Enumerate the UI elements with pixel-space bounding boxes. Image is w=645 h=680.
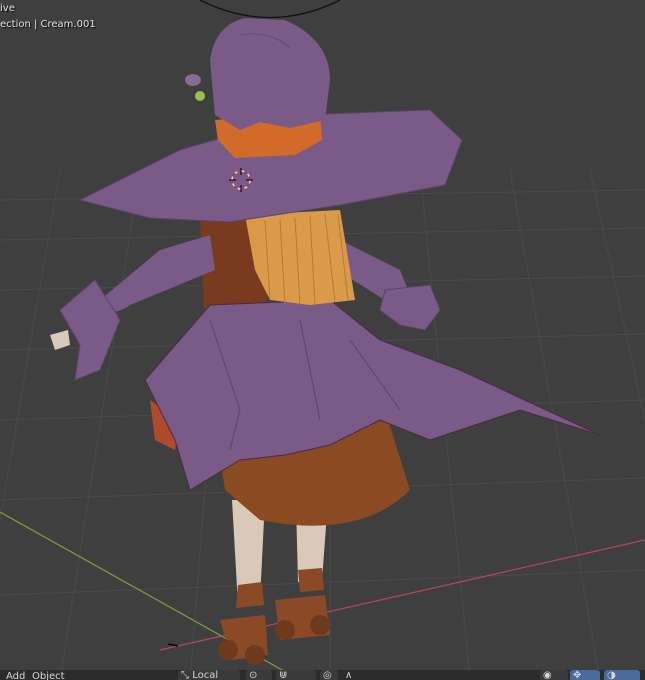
transform-orientation-label: Local	[192, 670, 219, 680]
axis-icon: ⤡	[181, 670, 189, 680]
gizmo-icon: ✥	[573, 670, 582, 680]
viewport-mode-label: ive	[0, 3, 15, 14]
proportional-edit-icon: ◎	[323, 670, 332, 680]
viewport-scene	[0, 0, 645, 680]
falloff-dropdown[interactable]: ∧	[342, 670, 360, 680]
snap-toggle[interactable]: ⋓	[276, 670, 316, 680]
pivot-point-dropdown[interactable]: ⊙	[246, 670, 272, 680]
visibility-dropdown[interactable]: ◉	[540, 670, 568, 680]
eye-icon: ◉	[543, 670, 552, 680]
gizmo-toggle[interactable]: ✥	[570, 670, 600, 680]
overlay-icon: ◑	[607, 670, 616, 680]
magnet-icon: ⋓	[279, 670, 288, 680]
add-menu[interactable]: Add	[6, 671, 25, 680]
origin-marker-icon	[167, 643, 179, 647]
object-menu[interactable]: Object	[32, 671, 65, 680]
proportional-edit-toggle[interactable]: ◎	[320, 670, 338, 680]
viewport-collection-label: ection | Cream.001	[0, 19, 96, 30]
overlay-toggle[interactable]: ◑	[604, 670, 640, 680]
camera-circle	[199, 0, 341, 19]
3d-viewport[interactable]: ive ection | Cream.001	[0, 0, 645, 680]
witch-character-model[interactable]	[50, 18, 601, 665]
falloff-curve-icon: ∧	[345, 670, 353, 680]
transform-orientation-dropdown[interactable]: ⤡ Local	[178, 670, 240, 680]
pivot-icon: ⊙	[249, 670, 258, 680]
viewport-header-bar: Add Object ⤡ Local ⊙ ⋓ ◎ ∧ ◉ ✥ ◑	[0, 670, 645, 680]
